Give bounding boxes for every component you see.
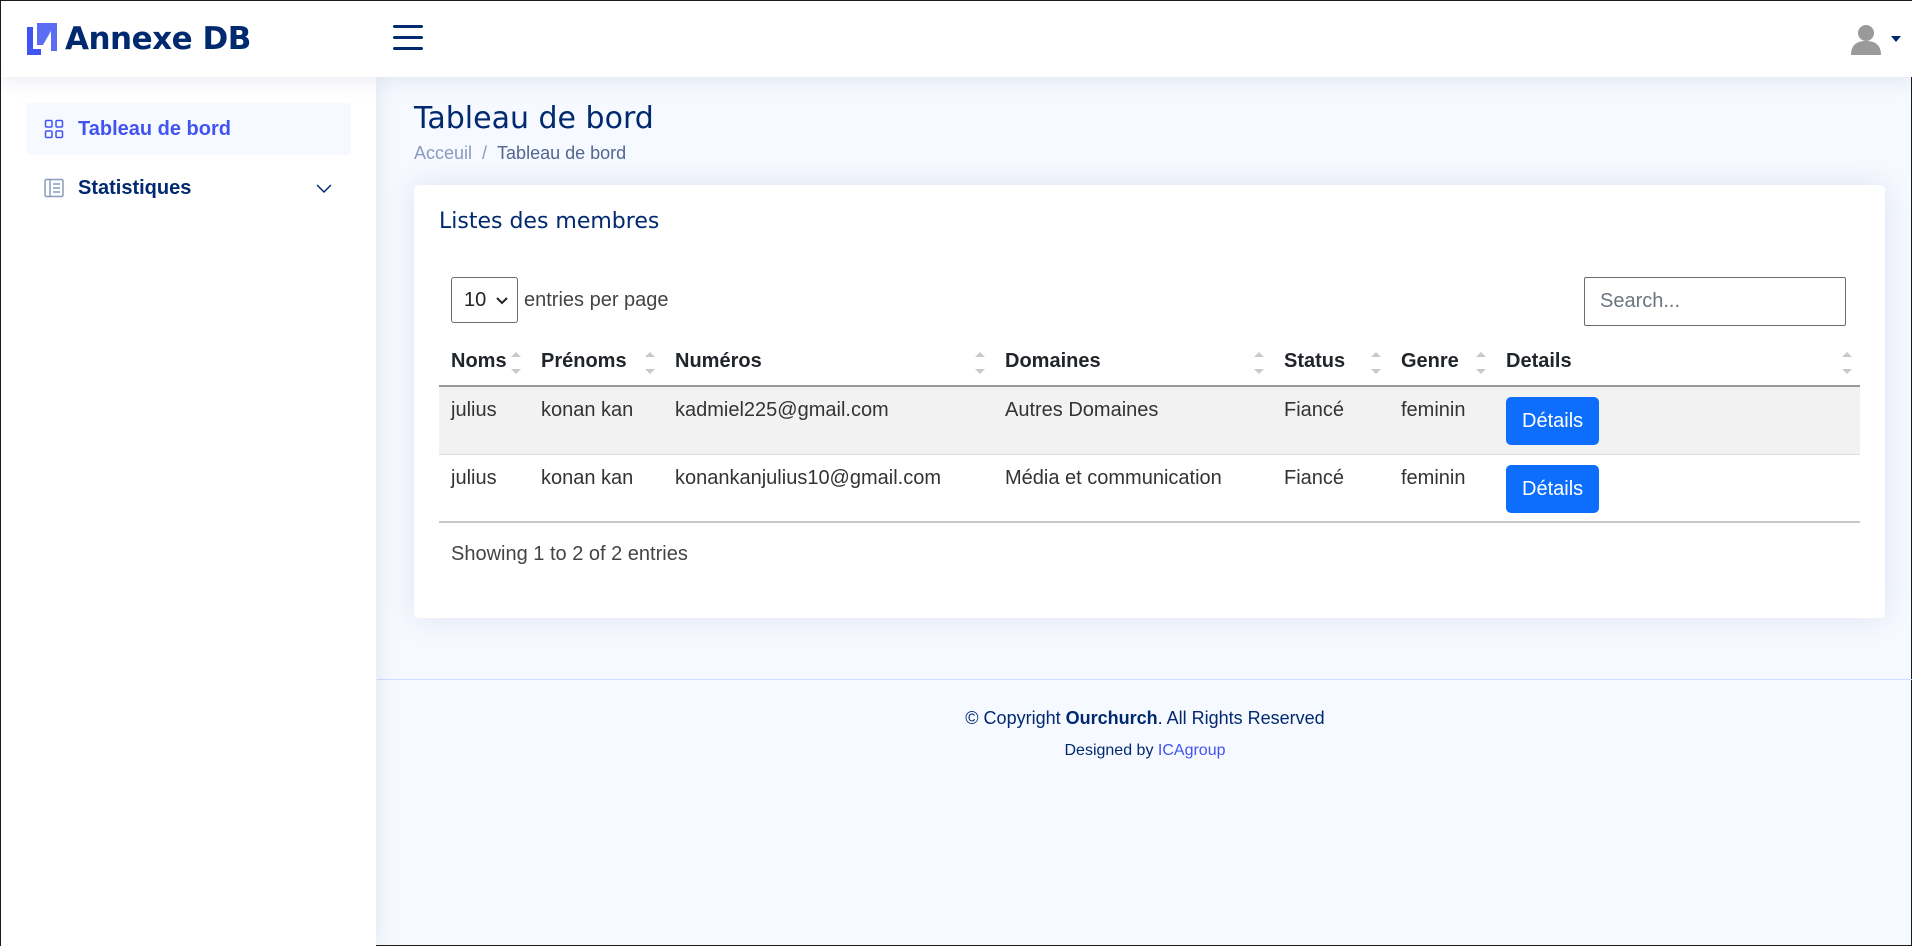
search-input[interactable] <box>1584 277 1846 326</box>
brand-logo[interactable]: Annexe DB <box>25 21 375 57</box>
per-page-value: 10 <box>464 288 487 311</box>
members-table: Noms Prénoms Numéros Domaines Status Gen… <box>439 338 1860 523</box>
breadcrumb-home-link[interactable]: Acceuil <box>414 143 472 164</box>
cell-status: Fiancé <box>1272 386 1389 455</box>
designer-link[interactable]: ICAgroup <box>1158 742 1226 759</box>
copyright-brand: Ourchurch <box>1065 708 1158 728</box>
details-button[interactable]: Détails <box>1506 397 1600 445</box>
footer: © Copyright Ourchurch. All Rights Reserv… <box>377 679 1912 946</box>
copyright: © Copyright Ourchurch. All Rights Reserv… <box>965 708 1325 728</box>
column-header-status[interactable]: Status <box>1272 338 1389 387</box>
sidebar-item-statistiques[interactable]: Statistiques <box>26 162 351 214</box>
cell-genre: feminin <box>1389 454 1494 523</box>
cell-nom: julius <box>439 386 529 455</box>
column-header-details[interactable]: Details <box>1494 338 1860 387</box>
table-info: Showing 1 to 2 of 2 entries <box>451 543 688 565</box>
table-row: julius konan kan kadmiel225@gmail.com Au… <box>439 386 1860 455</box>
cell-domaine: Autres Domaines <box>993 386 1272 455</box>
page-title: Tableau de bord <box>414 101 654 136</box>
cell-genre: feminin <box>1389 386 1494 455</box>
profile-dropdown[interactable] <box>1849 23 1901 55</box>
cell-details: Détails <box>1494 386 1860 455</box>
sort-icon <box>1842 352 1852 374</box>
sidebar-item-label: Tableau de bord <box>78 117 231 140</box>
sort-icon <box>975 352 985 374</box>
cell-domaine: Média et communication <box>993 454 1272 523</box>
per-page-select[interactable]: 10 <box>451 277 518 323</box>
credits: Designed by ICAgroup <box>1064 742 1226 759</box>
column-header-noms[interactable]: Noms <box>439 338 529 387</box>
user-avatar-icon <box>1851 25 1881 55</box>
cell-numero: konankanjulius10@gmail.com <box>663 454 993 523</box>
sort-icon <box>645 352 655 374</box>
table-header-row: Noms Prénoms Numéros Domaines Status Gen… <box>439 338 1860 387</box>
breadcrumb: Acceuil / Tableau de bord <box>414 143 654 164</box>
breadcrumb-separator: / <box>482 143 488 163</box>
breadcrumb-current: Tableau de bord <box>497 143 627 163</box>
sort-icon <box>1476 352 1486 374</box>
sort-icon <box>511 352 521 374</box>
column-header-numeros[interactable]: Numéros <box>663 338 993 387</box>
main-content: Tableau de bord Acceuil / Tableau de bor… <box>377 77 1912 946</box>
sidebar: Tableau de bord Statistiques <box>1 77 376 946</box>
sort-icon <box>1371 352 1381 374</box>
sidebar-item-label: Statistiques <box>78 176 192 199</box>
annexe-logo-icon <box>27 23 57 55</box>
cell-status: Fiancé <box>1272 454 1389 523</box>
top-header: Annexe DB <box>1 1 1912 77</box>
cell-nom: julius <box>439 454 529 523</box>
cell-prenom: konan kan <box>529 386 663 455</box>
per-page-label: entries per page <box>524 288 669 311</box>
column-header-domaines[interactable]: Domaines <box>993 338 1272 387</box>
details-button[interactable]: Détails <box>1506 464 1600 513</box>
cell-numero: kadmiel225@gmail.com <box>663 386 993 455</box>
cell-details: Détails <box>1494 454 1860 523</box>
brand-name: Annexe DB <box>65 21 251 57</box>
card-title: Listes des membres <box>439 209 660 234</box>
sort-icon <box>1254 352 1264 374</box>
layout-text-icon <box>44 178 64 198</box>
column-header-genre[interactable]: Genre <box>1389 338 1494 387</box>
members-card: Listes des membres 10 entries per page N… <box>414 185 1885 618</box>
hamburger-icon <box>393 25 423 28</box>
column-header-prenoms[interactable]: Prénoms <box>529 338 663 387</box>
cell-prenom: konan kan <box>529 454 663 523</box>
sidebar-toggle-button[interactable] <box>393 25 423 53</box>
chevron-down-icon <box>496 294 508 306</box>
entries-per-page: 10 entries per page <box>451 277 669 323</box>
page-title-block: Tableau de bord Acceuil / Tableau de bor… <box>414 101 654 164</box>
chevron-down-icon <box>1891 36 1901 42</box>
chevron-down-icon <box>315 179 333 197</box>
sidebar-item-tableau-de-bord[interactable]: Tableau de bord <box>26 103 351 155</box>
grid-icon <box>44 119 64 139</box>
table-row: julius konan kan konankanjulius10@gmail.… <box>439 454 1860 523</box>
